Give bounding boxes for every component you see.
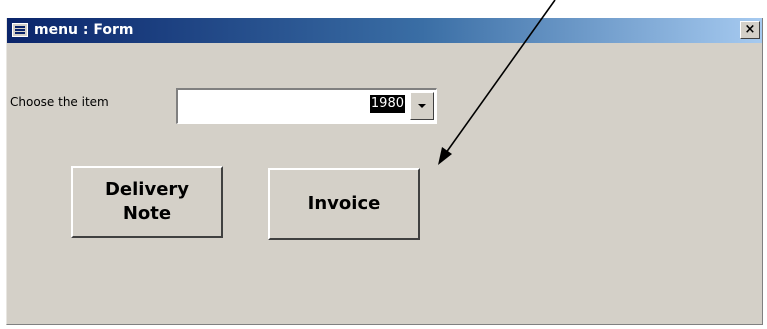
close-button[interactable]: ×: [740, 21, 760, 39]
form-icon: [12, 23, 28, 37]
close-icon: ×: [744, 22, 756, 37]
form-window: menu : Form × Choose the item 1980 Deliv…: [6, 18, 763, 325]
choose-item-label: Choose the item: [10, 95, 109, 109]
delivery-note-button[interactable]: Delivery Note: [71, 166, 223, 238]
item-combobox[interactable]: 1980: [176, 88, 437, 124]
item-value[interactable]: 1980: [369, 95, 405, 113]
window-title: menu : Form: [34, 22, 134, 38]
invoice-button[interactable]: Invoice: [268, 168, 420, 240]
chevron-down-icon[interactable]: [410, 92, 434, 120]
title-bar[interactable]: menu : Form ×: [7, 18, 762, 43]
